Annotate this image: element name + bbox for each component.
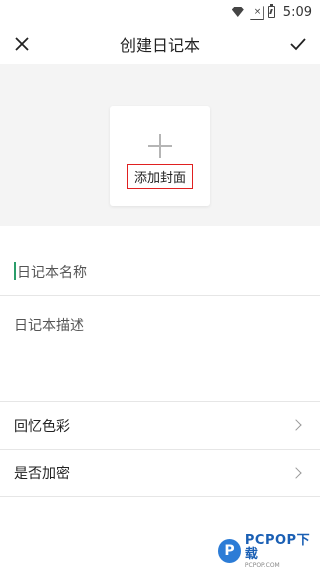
battery-icon	[267, 4, 275, 18]
plus-icon	[148, 134, 172, 158]
watermark-logo-icon: P	[218, 539, 241, 563]
encryption-label: 是否加密	[14, 466, 70, 482]
memory-color-label: 回忆色彩	[14, 418, 70, 435]
wifi-icon	[231, 7, 244, 17]
close-button[interactable]	[8, 30, 36, 58]
diary-name-field[interactable]: 日记本名称	[0, 250, 320, 296]
status-bar: 5:09	[0, 0, 320, 24]
cover-section: 添加封面	[0, 64, 320, 226]
diary-description-placeholder: 日记本描述	[14, 318, 84, 334]
confirm-button[interactable]	[284, 30, 312, 58]
text-cursor	[14, 262, 16, 280]
add-cover-label: 添加封面	[126, 164, 193, 189]
memory-color-row[interactable]: 回忆色彩	[0, 401, 320, 449]
watermark: P PCPOP下载 PCPOP.COM	[218, 532, 320, 569]
close-icon	[15, 37, 29, 51]
encryption-row[interactable]: 是否加密	[0, 449, 320, 497]
status-time: 5:09	[282, 4, 312, 20]
add-cover-button[interactable]: 添加封面	[110, 106, 210, 206]
chevron-right-icon	[290, 419, 302, 431]
diary-description-field[interactable]: 日记本描述	[0, 297, 320, 401]
watermark-brand: PCPOP下载	[244, 532, 311, 562]
page-title: 创建日记本	[119, 36, 200, 55]
app-header: 创建日记本	[0, 24, 320, 64]
check-icon	[290, 38, 306, 51]
watermark-sub: PCPOP.COM	[244, 561, 280, 569]
signal-icon	[250, 6, 262, 18]
chevron-right-icon	[290, 467, 302, 479]
diary-name-placeholder: 日记本名称	[17, 265, 87, 281]
